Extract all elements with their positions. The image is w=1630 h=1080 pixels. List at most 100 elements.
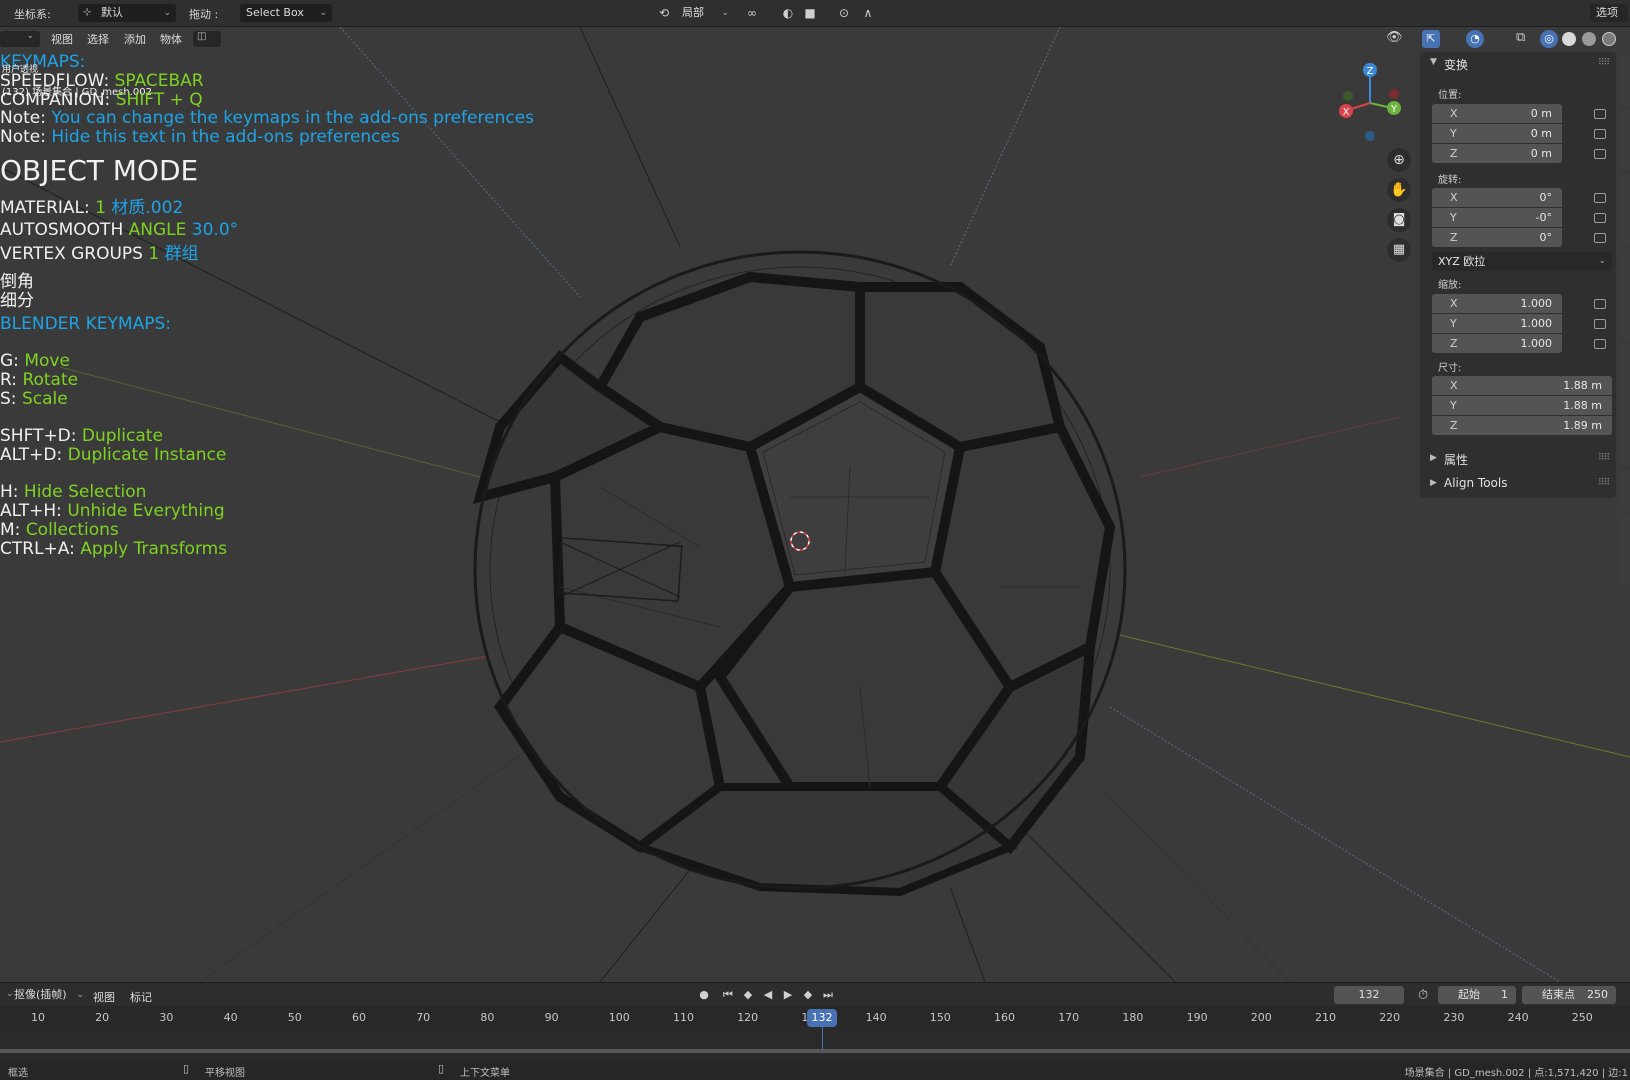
options-label: 选项 xyxy=(1596,6,1618,19)
lock-icon[interactable] xyxy=(1594,319,1606,329)
timeline-tick-label: 190 xyxy=(1186,1011,1208,1024)
sidebar-tab[interactable] xyxy=(1618,250,1630,340)
dimensions-z-field[interactable]: Z 1.89 m xyxy=(1432,416,1612,435)
pivot-icon[interactable]: ⟲ xyxy=(654,4,674,22)
next-keyframe-icon[interactable]: ◆ xyxy=(800,988,816,1002)
location-y-field[interactable]: Y 0 m xyxy=(1432,124,1562,143)
drag-handle-icon[interactable]: ⠿⠿ xyxy=(1598,478,1610,488)
lock-icon[interactable] xyxy=(1594,129,1606,139)
dimensions-y-field[interactable]: Y 1.88 m xyxy=(1432,396,1612,415)
current-frame-field[interactable]: 132 xyxy=(1334,986,1404,1004)
viewport-header: 坐标系: ⊹ 默认 ⌄ 拖动 : Select Box ⌄ ⟲ 局部 ⌄ ∞ ◐… xyxy=(0,0,1630,27)
sidebar-tab[interactable] xyxy=(1618,110,1630,170)
field-value: 0° xyxy=(1539,231,1553,244)
wire-line xyxy=(1019,826,1176,982)
lock-icon[interactable] xyxy=(1594,339,1606,349)
dimensions-x-field[interactable]: X 1.88 m xyxy=(1432,376,1612,395)
timeline-scrollbar[interactable] xyxy=(0,1049,1630,1053)
coord-system-dropdown[interactable]: ⊹ 默认 ⌄ xyxy=(78,4,176,22)
rotation-mode-dropdown[interactable]: XYZ 欧拉 ⌄ xyxy=(1432,252,1612,271)
transform-panel-title[interactable]: 变换 xyxy=(1444,56,1468,73)
visibility-icon[interactable]: 👁 xyxy=(1386,30,1403,45)
options-dropdown[interactable]: 选项 xyxy=(1590,4,1628,22)
scale-x-field[interactable]: X 1.000 xyxy=(1432,294,1562,313)
navigation-gizmo[interactable]: Z Y X xyxy=(1330,58,1410,148)
start-frame-field[interactable]: 起始 1 xyxy=(1438,986,1516,1004)
menu-view[interactable]: 视图 xyxy=(51,31,73,47)
field-value: 1.000 xyxy=(1520,337,1553,350)
sidebar-tab[interactable] xyxy=(1618,515,1630,585)
shortcut-line: SHFT+D: Duplicate xyxy=(0,426,163,446)
pivot-value: 局部 xyxy=(682,6,704,19)
sidebar-tab[interactable] xyxy=(1618,345,1630,465)
material-shading-icon[interactable] xyxy=(1582,32,1596,46)
camera-icon[interactable]: ◙ xyxy=(1387,208,1411,232)
timeline-menu-marker[interactable]: 标记 xyxy=(130,989,152,1005)
play-icon[interactable]: ▶ xyxy=(780,988,796,1002)
lock-icon[interactable] xyxy=(1594,109,1606,119)
pan-hand-icon[interactable]: ✋ xyxy=(1387,178,1411,202)
link-icon[interactable]: ∞ xyxy=(742,4,762,22)
lock-icon[interactable] xyxy=(1594,149,1606,159)
drag-dropdown[interactable]: Select Box ⌄ xyxy=(240,4,332,22)
timeline-track-area[interactable] xyxy=(0,1026,1630,1060)
lock-icon[interactable] xyxy=(1594,193,1606,203)
play-reverse-icon[interactable]: ◀ xyxy=(760,988,776,1002)
prev-keyframe-icon[interactable]: ◆ xyxy=(740,988,756,1002)
keying-dropdown[interactable]: 抠像(插帧) ⌄ xyxy=(14,986,84,1004)
snap-icon[interactable]: ◐ xyxy=(778,4,798,22)
scale-y-field[interactable]: Y 1.000 xyxy=(1432,314,1562,333)
drag-handle-icon[interactable]: ⠿⠿ xyxy=(1598,58,1610,68)
end-frame-field[interactable]: 结束点 250 xyxy=(1522,986,1616,1004)
snap-target-icon[interactable]: ■ xyxy=(800,4,820,22)
record-icon[interactable]: ● xyxy=(696,988,712,1002)
field-value: 1.88 m xyxy=(1563,399,1602,412)
jump-start-icon[interactable]: ⏮ xyxy=(720,988,736,1002)
gizmo-z-label: Z xyxy=(1367,66,1374,77)
rendered-shading-icon[interactable] xyxy=(1602,32,1616,46)
solid-shading-icon[interactable] xyxy=(1562,32,1576,46)
proportional-edit-icon[interactable]: ⊙ xyxy=(834,4,854,22)
wireframe-shading-icon[interactable]: ◎ xyxy=(1540,30,1558,48)
chevron-down-icon[interactable]: ⌄ xyxy=(6,989,14,999)
speedflow-line: SPEEDFLOW: SPACEBAR xyxy=(0,71,204,91)
sidebar-tab[interactable] xyxy=(1618,175,1630,245)
sidebar-tab[interactable] xyxy=(1618,56,1630,106)
overlay-toggle-icon[interactable]: ◔ xyxy=(1466,30,1484,48)
location-z-field[interactable]: Z 0 m xyxy=(1432,144,1562,163)
sidebar-tab[interactable] xyxy=(1618,470,1630,510)
transform-gizmo-dropdown[interactable]: ◫ xyxy=(193,31,221,47)
align-tools-panel-title[interactable]: Align Tools xyxy=(1444,476,1507,490)
collapse-triangle-icon[interactable]: ▼ xyxy=(1430,57,1437,67)
lock-icon[interactable] xyxy=(1594,233,1606,243)
drag-handle-icon[interactable]: ⠿⠿ xyxy=(1598,453,1610,463)
menu-object[interactable]: 物体 xyxy=(160,31,182,47)
playhead[interactable]: 132 xyxy=(807,1009,837,1027)
menu-add[interactable]: 添加 xyxy=(124,31,146,47)
expand-triangle-icon[interactable]: ▶ xyxy=(1430,453,1437,463)
lock-icon[interactable] xyxy=(1594,299,1606,309)
field-value: 0 m xyxy=(1530,147,1552,160)
chevron-down-icon: ⌄ xyxy=(721,8,729,18)
scale-z-field[interactable]: Z 1.000 xyxy=(1432,334,1562,353)
jump-end-icon[interactable]: ⏭ xyxy=(820,988,836,1002)
falloff-icon[interactable]: ∧ xyxy=(858,4,878,22)
rotation-y-field[interactable]: Y -0° xyxy=(1432,208,1562,227)
perspective-grid-icon[interactable]: ▦ xyxy=(1387,238,1411,262)
rotation-z-field[interactable]: Z 0° xyxy=(1432,228,1562,247)
editor-type-dropdown[interactable]: ⌄ xyxy=(0,31,40,47)
pivot-dropdown[interactable]: 局部 ⌄ xyxy=(676,4,734,22)
location-x-field[interactable]: X 0 m xyxy=(1432,104,1562,123)
menu-select[interactable]: 选择 xyxy=(87,31,109,47)
status-right: 上下文菜单 xyxy=(460,1068,510,1079)
properties-panel-title[interactable]: 属性 xyxy=(1444,451,1468,468)
gizmo-toggle-icon[interactable]: ⇱ xyxy=(1422,30,1440,48)
xray-icon[interactable]: ⧉ xyxy=(1516,30,1525,45)
field-value: 1.89 m xyxy=(1563,419,1602,432)
expand-triangle-icon[interactable]: ▶ xyxy=(1430,478,1437,488)
rotation-x-field[interactable]: X 0° xyxy=(1432,188,1562,207)
timeline-menu-view[interactable]: 视图 xyxy=(93,989,115,1005)
stopwatch-icon[interactable]: ⏱ xyxy=(1418,988,1428,1003)
lock-icon[interactable] xyxy=(1594,213,1606,223)
zoom-icon[interactable]: ⊕ xyxy=(1387,148,1411,172)
